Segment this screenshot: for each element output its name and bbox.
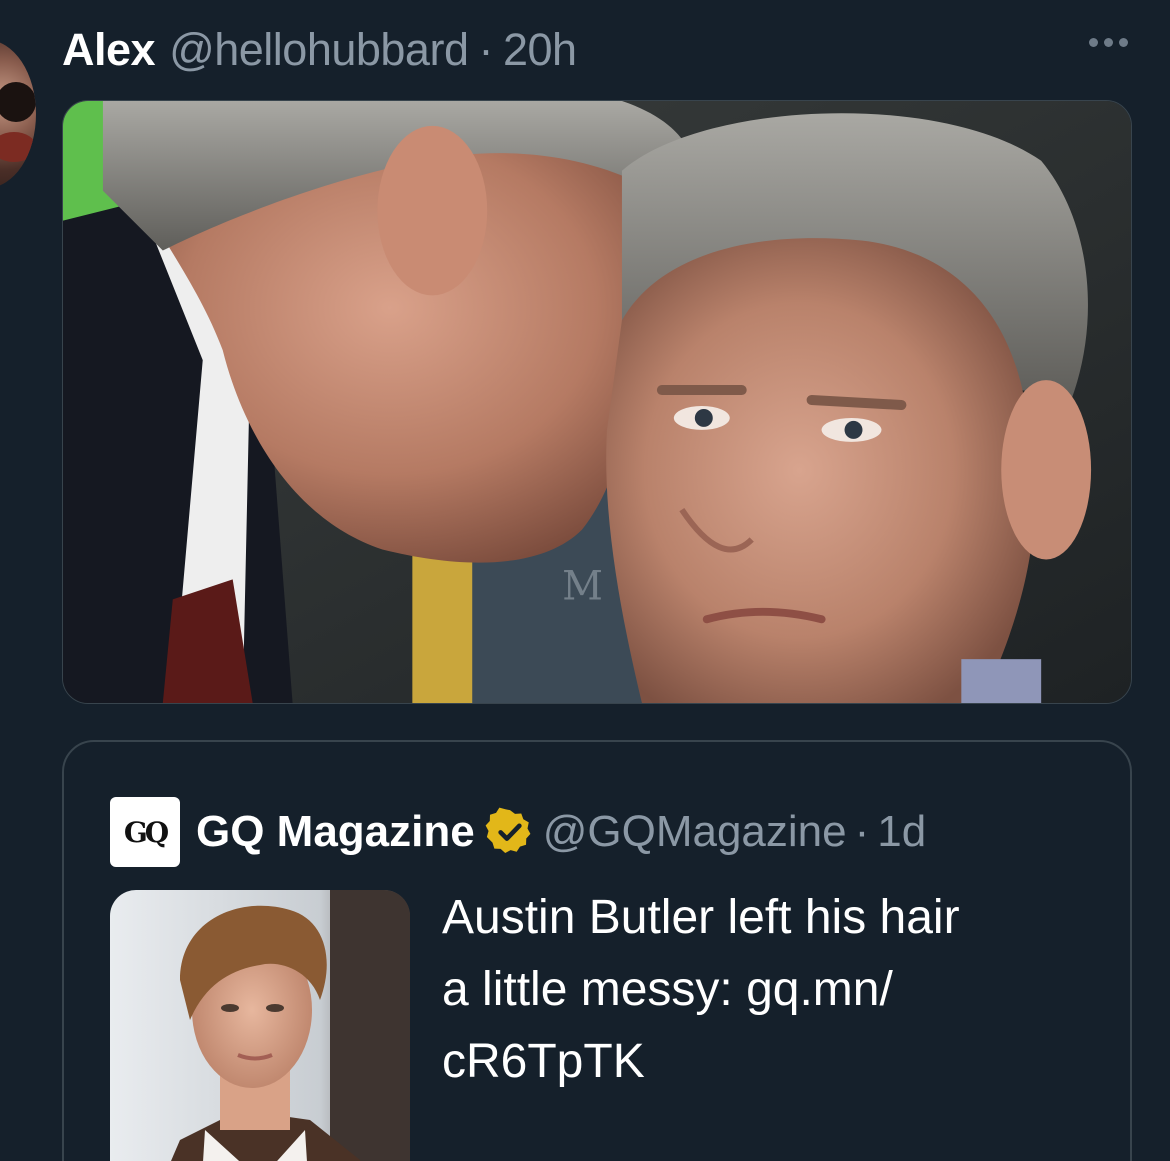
quoted-author-handle[interactable]: @GQMagazine [543, 807, 847, 857]
quoted-tweet-text[interactable]: Austin Butler left his hair a little mes… [442, 882, 1082, 1098]
quoted-tweet-text-line: Austin Butler left his hair [442, 891, 960, 944]
separator: · [854, 807, 870, 856]
quoted-tweet-thumbnail[interactable] [110, 890, 410, 1161]
quoted-timestamp[interactable]: 1d [877, 807, 926, 857]
quoted-tweet-text-line[interactable]: a little messy: gq.mn/ [442, 954, 1082, 1026]
svg-text:M: M [562, 563, 603, 609]
separator: · [478, 24, 493, 75]
more-icon[interactable] [1089, 38, 1128, 47]
avatar[interactable] [0, 40, 36, 188]
verified-badge-icon [485, 807, 535, 857]
tweet-header: Alex @hellohubbard · 20h [62, 22, 577, 78]
author-handle[interactable]: @hellohubbard [169, 24, 469, 76]
quoted-tweet[interactable]: GQ GQ Magazine @GQMagazine · 1d Austin B… [62, 740, 1132, 1161]
tweet-image[interactable]: RE M [62, 100, 1132, 704]
quoted-tweet-text-line[interactable]: cR6TpTK [442, 1026, 1082, 1098]
quoted-tweet-header: GQ GQ Magazine @GQMagazine · 1d [110, 797, 926, 867]
author-name[interactable]: Alex [62, 24, 156, 76]
timestamp[interactable]: 20h [503, 24, 577, 76]
gq-logo[interactable]: GQ [110, 797, 180, 867]
tweet-card: Alex @hellohubbard · 20h M GQ GQ Magazin… [0, 0, 1170, 1161]
quoted-author-name[interactable]: GQ Magazine [196, 807, 475, 857]
